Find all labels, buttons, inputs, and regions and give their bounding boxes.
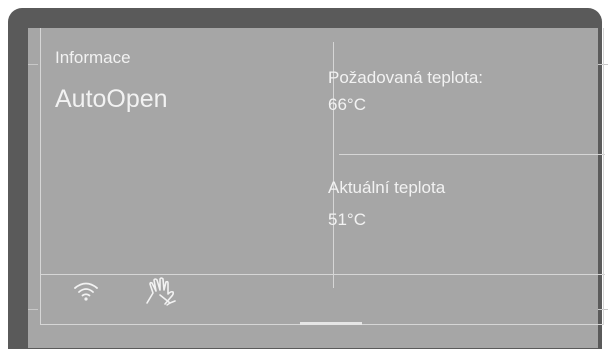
target-temperature-value: 66°C xyxy=(328,95,366,114)
status-bar-divider xyxy=(41,274,605,275)
wifi-icon[interactable] xyxy=(73,280,99,307)
bottom-swipe-handle[interactable] xyxy=(300,322,362,325)
program-name: AutoOpen xyxy=(55,85,168,113)
display-screen: Informace AutoOpen Požadovaná teplota: 6… xyxy=(28,28,608,348)
current-temperature-label: Aktuální teplota xyxy=(328,178,446,197)
info-panel: Informace AutoOpen Požadovaná teplota: 6… xyxy=(40,28,605,325)
touch-hand-icon[interactable] xyxy=(144,276,178,311)
temperature-divider xyxy=(339,154,605,155)
device-frame: Informace AutoOpen Požadovaná teplota: 6… xyxy=(8,8,608,349)
left-tick-top xyxy=(28,64,38,65)
current-temperature-value: 51°C xyxy=(328,210,366,229)
left-tick-bottom xyxy=(28,309,38,310)
target-temperature-label: Požadovaná teplota: xyxy=(328,68,484,87)
section-label: Informace xyxy=(55,48,131,67)
